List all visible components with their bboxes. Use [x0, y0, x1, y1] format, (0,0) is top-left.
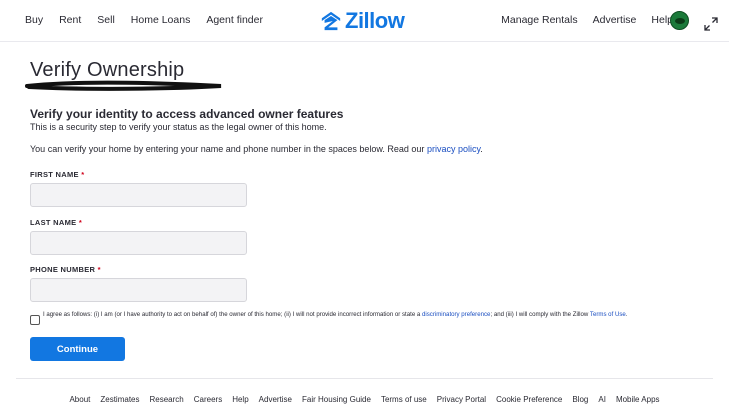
terms-of-use-link[interactable]: Terms of Use: [590, 311, 626, 318]
footer-blog-link[interactable]: Blog: [572, 395, 588, 404]
footer-about-link[interactable]: About: [69, 395, 90, 404]
footer-terms-link[interactable]: Terms of use: [381, 395, 427, 404]
agree-statement: I agree as follows: (i) I am (or I have …: [43, 311, 673, 320]
expand-arrows-icon[interactable]: [704, 17, 718, 31]
footer-zestimates-link[interactable]: Zestimates: [100, 395, 139, 404]
footer-privacy-portal-link[interactable]: Privacy Portal: [437, 395, 486, 404]
agree-text-part-1: I agree as follows: (i) I am (or I have …: [43, 311, 421, 318]
footer-research-link[interactable]: Research: [150, 395, 184, 404]
phone-number-label-text: PHONE NUMBER: [30, 265, 96, 274]
footer-divider: [16, 378, 713, 379]
agree-text-part-2: ; and (iii) I will comply with the Zillo…: [490, 311, 589, 318]
required-marker: *: [78, 218, 83, 227]
required-marker: *: [81, 170, 85, 179]
nav-advertise-link[interactable]: Advertise: [593, 14, 637, 26]
zillow-logo-icon: [321, 11, 341, 31]
required-marker: *: [97, 265, 101, 274]
discriminatory-preference-link[interactable]: discriminatory preference: [422, 311, 490, 318]
top-navigation: Buy Rent Sell Home Loans Agent finder Zi…: [0, 0, 729, 42]
primary-nav: Buy Rent Sell Home Loans Agent finder: [25, 14, 279, 26]
footer-cookie-preference-link[interactable]: Cookie Preference: [496, 395, 562, 404]
section-description: This is a security step to verify your s…: [30, 122, 327, 132]
nav-sell-link[interactable]: Sell: [97, 14, 115, 26]
nav-agent-finder-link[interactable]: Agent finder: [206, 14, 263, 26]
zillow-logo[interactable]: Zillow: [320, 8, 405, 34]
intro-period: .: [480, 144, 483, 154]
phone-number-input[interactable]: [30, 278, 247, 302]
nav-rent-link[interactable]: Rent: [59, 14, 81, 26]
phone-number-label: PHONE NUMBER *: [30, 265, 101, 274]
user-avatar-icon[interactable]: [670, 11, 689, 30]
nav-buy-link[interactable]: Buy: [25, 14, 43, 26]
redaction-scribble: [25, 80, 222, 91]
footer-help-link[interactable]: Help: [232, 395, 248, 404]
intro-text: You can verify your home by entering you…: [30, 144, 425, 154]
last-name-input[interactable]: [30, 231, 247, 255]
first-name-label: FIRST NAME *: [30, 170, 84, 179]
zillow-logo-text: Zillow: [345, 8, 405, 33]
intro-paragraph: You can verify your home by entering you…: [30, 144, 483, 154]
agree-checkbox[interactable]: [30, 315, 40, 325]
secondary-nav: Manage Rentals Advertise Help: [486, 14, 673, 26]
footer-fair-housing-link[interactable]: Fair Housing Guide: [302, 395, 371, 404]
footer-ai-link[interactable]: AI: [598, 395, 606, 404]
footer-nav: About Zestimates Research Careers Help A…: [0, 395, 729, 404]
last-name-label-text: LAST NAME: [30, 218, 77, 227]
footer-careers-link[interactable]: Careers: [194, 395, 222, 404]
nav-home-loans-link[interactable]: Home Loans: [131, 14, 191, 26]
section-heading: Verify your identity to access advanced …: [30, 107, 344, 121]
last-name-label: LAST NAME *: [30, 218, 82, 227]
footer-advertise-link[interactable]: Advertise: [259, 395, 292, 404]
first-name-input[interactable]: [30, 183, 247, 207]
continue-button[interactable]: Continue: [30, 337, 125, 361]
nav-manage-rentals-link[interactable]: Manage Rentals: [501, 14, 577, 26]
footer-mobile-apps-link[interactable]: Mobile Apps: [616, 395, 660, 404]
agree-text-part-3: .: [625, 311, 628, 318]
privacy-policy-link[interactable]: privacy policy: [427, 144, 480, 154]
first-name-label-text: FIRST NAME: [30, 170, 79, 179]
